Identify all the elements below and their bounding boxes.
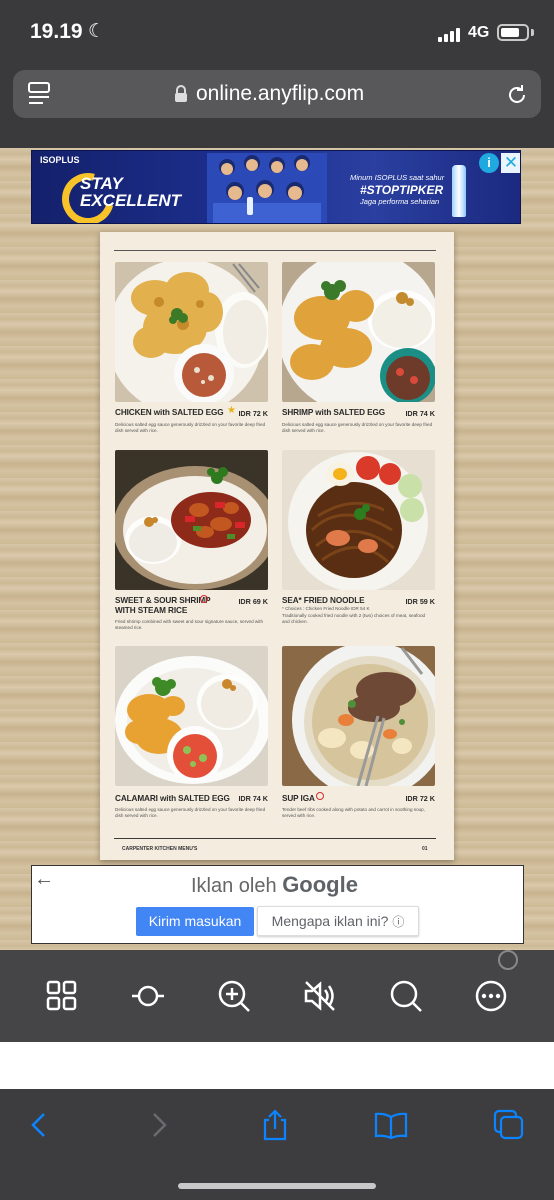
back-icon[interactable] xyxy=(22,1108,56,1142)
item-name-shrimp: SHRIMP with SALTED EGG xyxy=(282,408,386,417)
bookmarks-icon[interactable] xyxy=(374,1108,408,1142)
food-photo-soup xyxy=(282,646,435,786)
forward-icon[interactable] xyxy=(142,1108,176,1142)
back-arrow-icon[interactable]: ← xyxy=(34,868,54,891)
status-time: 19.19 xyxy=(30,20,83,43)
battery-icon xyxy=(497,24,529,41)
reload-icon[interactable] xyxy=(505,83,529,107)
item-name-calamari: CALAMARI with SALTED EGG xyxy=(115,794,230,803)
network-type: 4G xyxy=(468,24,490,41)
ad-brand: ISOPLUS xyxy=(40,155,80,165)
flipbook-toolbar xyxy=(0,950,554,1042)
battery-tip xyxy=(531,29,534,36)
ad-people-image xyxy=(207,153,327,223)
item-desc-noodle: Traditionally cooked fried noodle with 2… xyxy=(282,613,426,624)
ad-close-icon[interactable]: ✕ xyxy=(501,153,520,173)
autoflip-icon[interactable] xyxy=(130,978,166,1014)
grid-icon[interactable] xyxy=(44,978,80,1014)
item-desc-calamari: Delicious salted egg sauce generously dr… xyxy=(115,807,266,818)
food-photo-shrimp xyxy=(282,262,435,402)
ad-bottle-image xyxy=(452,165,466,217)
food-photo-noodle xyxy=(282,450,435,590)
ad-info-icon[interactable]: i xyxy=(479,153,499,173)
page-badge-icon[interactable] xyxy=(498,950,518,970)
food-photo-chicken xyxy=(115,262,268,402)
top-ad-banner[interactable]: ISOPLUS STAY EXCELLENT Minum ISOPLUS saa… xyxy=(31,150,521,224)
reader-view-icon[interactable] xyxy=(28,82,50,108)
item-note-noodle: * Choices : Chicken Fried Noodle IDR 54 … xyxy=(282,606,370,611)
food-photo-calamari xyxy=(115,646,268,786)
page-bottom-area xyxy=(0,1042,554,1089)
top-rule xyxy=(114,250,436,251)
item-desc-shrimp: Delicious salted egg sauce generously dr… xyxy=(282,422,433,433)
info-icon: ⓘ xyxy=(392,915,405,929)
tabs-icon[interactable] xyxy=(492,1108,526,1142)
ads-by-google: Iklan oleh Google xyxy=(191,872,358,898)
item-name-soup: SUP IGA xyxy=(282,794,315,803)
item-price-soup: IDR 72 K xyxy=(405,794,435,803)
item-name-chicken: CHICKEN with SALTED EGG xyxy=(115,408,224,417)
why-this-ad-button[interactable]: Mengapa iklan ini? ⓘ xyxy=(257,906,419,936)
ad-headline: STAY EXCELLENT xyxy=(80,174,182,210)
item-price-noodle: IDR 59 K xyxy=(405,597,435,606)
item-desc-sweetsour: Fried shrimp combined with sweet and sou… xyxy=(115,619,264,630)
food-photo-sweetsour xyxy=(115,450,268,590)
mute-icon[interactable] xyxy=(302,978,338,1014)
ad-line1: Minum ISOPLUS saat sahur xyxy=(350,173,445,182)
why-this-ad-label: Mengapa iklan ini? xyxy=(271,913,389,929)
google-logo: Google xyxy=(282,872,358,897)
ad-hashtag: #STOPTIPKER xyxy=(360,183,444,197)
do-not-disturb-icon: ☾ xyxy=(88,21,106,42)
send-feedback-button[interactable]: Kirim masukan xyxy=(136,907,254,936)
menu-footer-title: CARPENTER KITCHEN MENU'S xyxy=(122,846,198,852)
zoom-in-icon[interactable] xyxy=(216,978,252,1014)
item-desc-soup: Tender beef ribs cooked along with potat… xyxy=(282,807,426,818)
spicy-icon xyxy=(316,792,324,800)
item-desc-chicken: Delicious salted egg sauce generously dr… xyxy=(115,422,266,433)
spicy-icon xyxy=(200,595,208,603)
footer-rule xyxy=(114,838,436,839)
url-text[interactable]: online.anyflip.com xyxy=(196,82,364,106)
item-price-shrimp: IDR 74 K xyxy=(405,409,435,418)
signal-icon xyxy=(438,27,462,42)
menu-page-number: 01 xyxy=(422,846,428,852)
item-price-calamari: IDR 74 K xyxy=(238,794,268,803)
search-icon[interactable] xyxy=(388,978,424,1014)
share-icon[interactable] xyxy=(258,1108,292,1142)
item-price-chicken: IDR 72 K xyxy=(238,409,268,418)
home-indicator xyxy=(178,1183,376,1189)
ad-line3: Jaga performa seharian xyxy=(360,197,440,206)
lock-icon xyxy=(174,85,188,103)
ads-by-label: Iklan oleh xyxy=(191,875,277,897)
menu-page: CHICKEN with SALTED EGG ★ IDR 72 K Delic… xyxy=(100,232,454,860)
item-price-sweetsour: IDR 69 K xyxy=(238,597,268,606)
more-icon[interactable] xyxy=(473,978,509,1014)
item-name-noodle: SEA* FRIED NOODLE xyxy=(282,596,365,605)
